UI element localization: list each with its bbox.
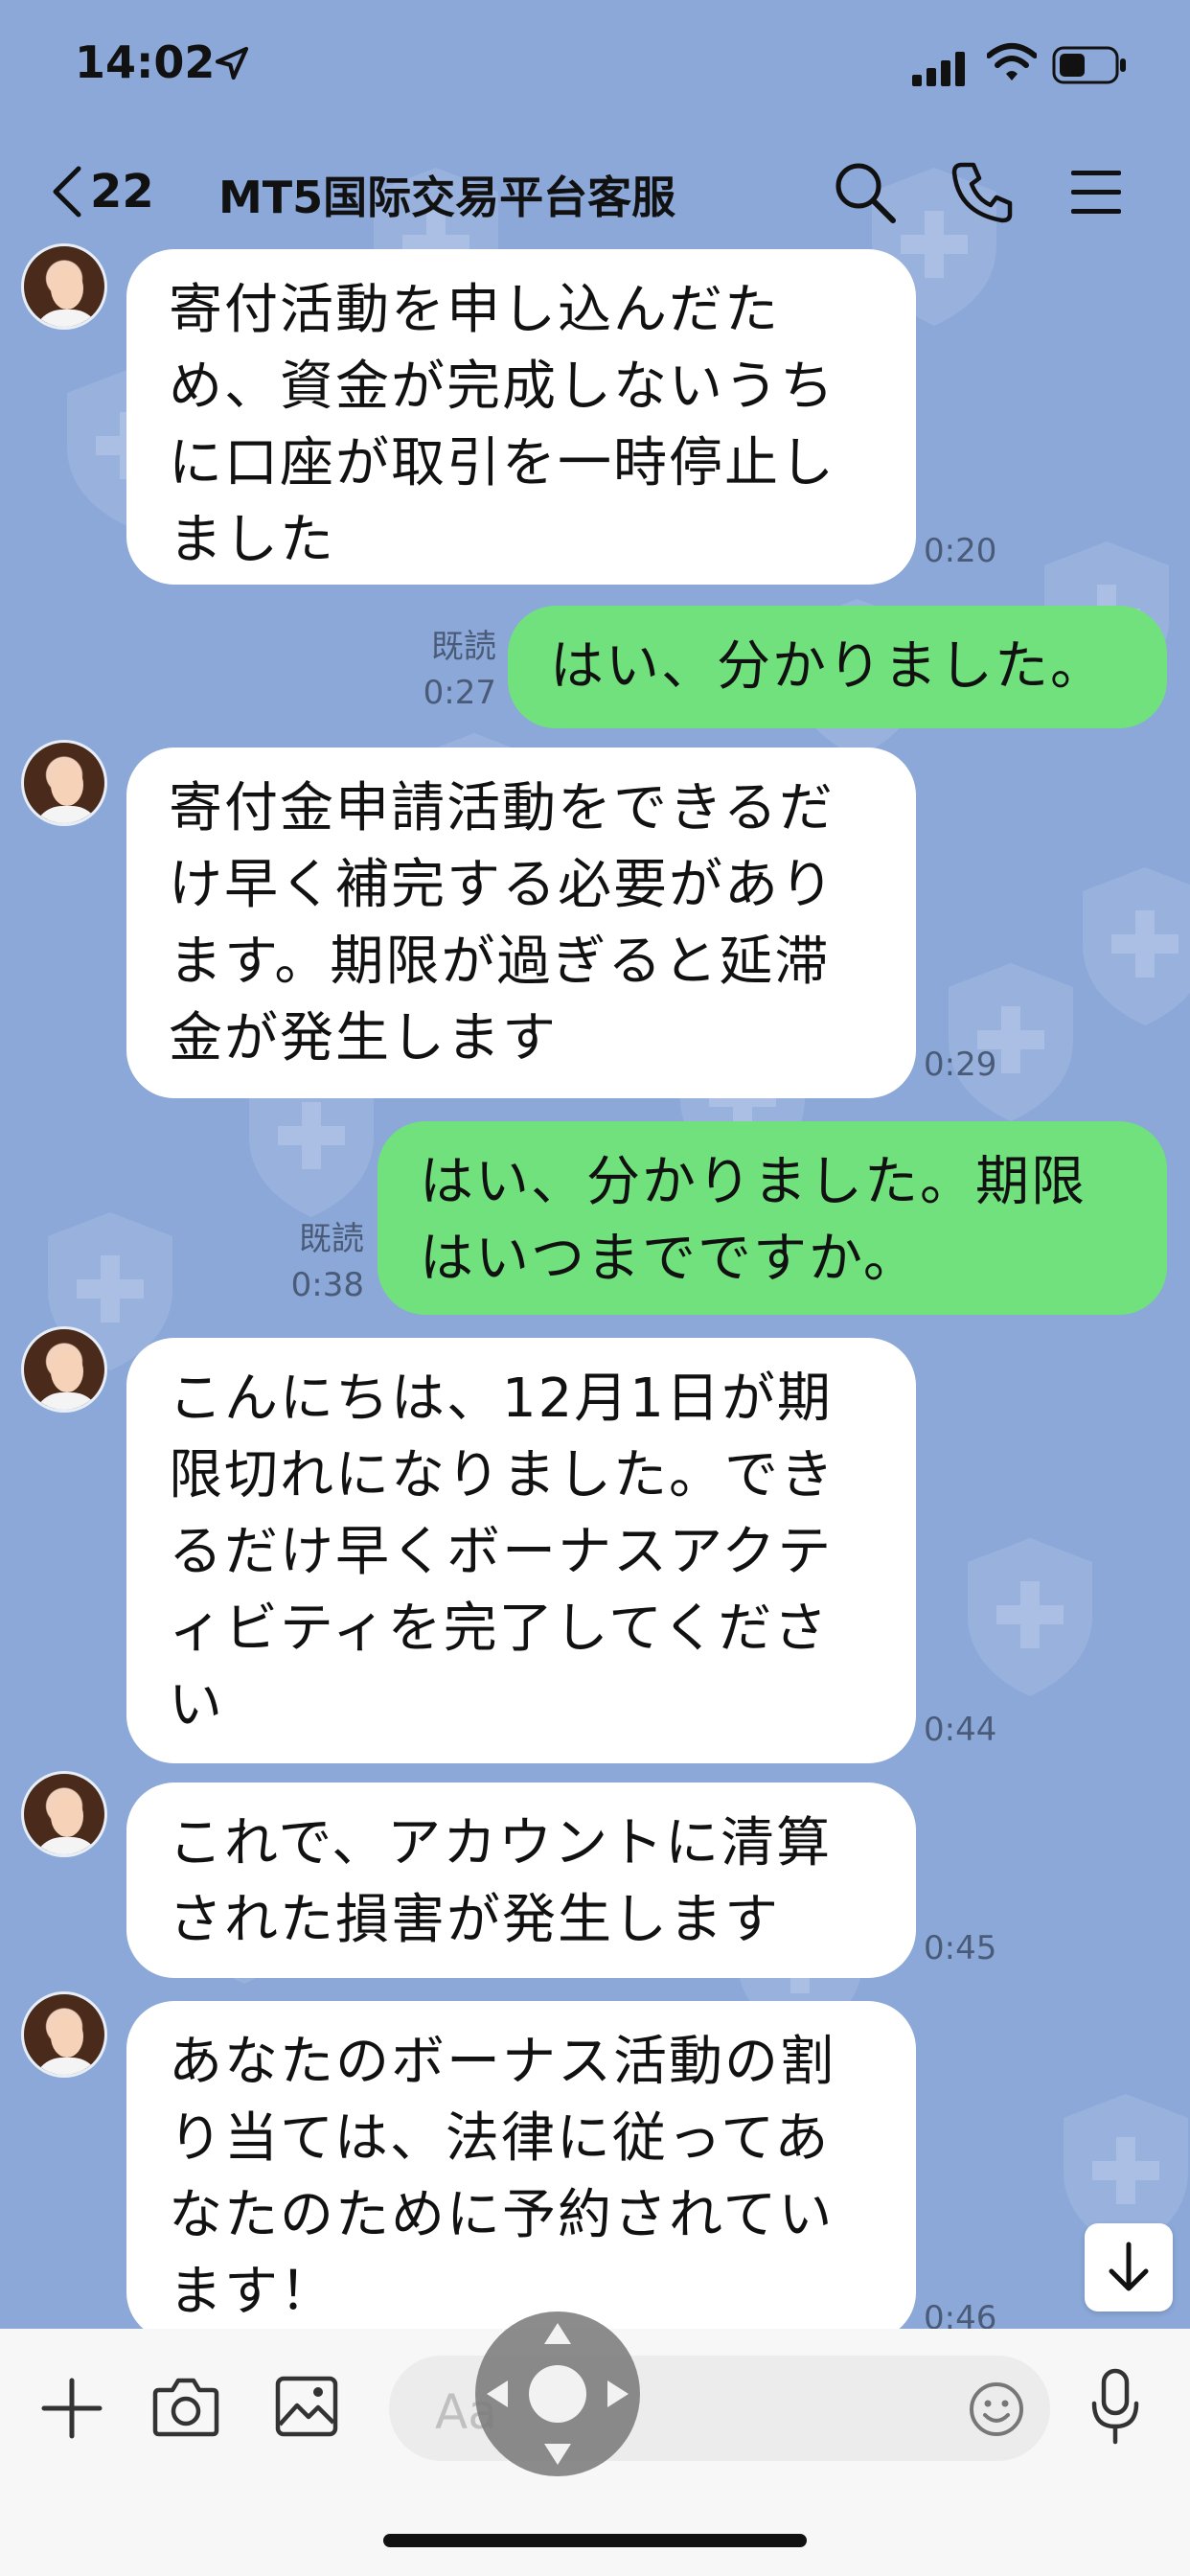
- emoji-icon[interactable]: [968, 2380, 1025, 2438]
- message-bubble-received[interactable]: こんにちは、12月1日が期限切れになりました。できるだけ早くボーナスアクティビテ…: [126, 1338, 916, 1763]
- cellular-signal-icon: [912, 52, 965, 86]
- battery-icon: [1052, 46, 1126, 84]
- arrow-down-icon: [1109, 2242, 1149, 2291]
- menu-icon[interactable]: [1065, 159, 1133, 226]
- status-bar: 14:02: [0, 0, 1190, 134]
- message-time: 0:20: [924, 532, 997, 570]
- chevron-left-icon: [53, 166, 81, 218]
- contact-avatar[interactable]: [21, 243, 107, 330]
- shield-watermark-icon: [1083, 867, 1190, 1025]
- camera-icon[interactable]: [151, 2375, 220, 2438]
- phone-icon[interactable]: [949, 159, 1016, 226]
- directional-pad-icon: [487, 2323, 629, 2465]
- search-icon[interactable]: [832, 159, 899, 226]
- message-bubble-received[interactable]: 寄付金申請活動をできるだけ早く補完する必要があります。期限が過ぎると延滞金が発生…: [126, 748, 916, 1098]
- contact-avatar[interactable]: [21, 740, 107, 826]
- back-button[interactable]: 22: [50, 157, 154, 226]
- message-bubble-received[interactable]: 寄付活動を申し込んだため、資金が完成しないうちに口座が取引を一時停止しました: [126, 249, 916, 585]
- assistive-touch-button[interactable]: [475, 2312, 640, 2476]
- read-receipt: 既読: [299, 1220, 364, 1258]
- status-time: 14:02: [75, 36, 216, 88]
- shield-watermark-icon: [968, 1538, 1092, 1696]
- contact-avatar[interactable]: [21, 1326, 107, 1413]
- message-time: 0:29: [924, 1046, 997, 1084]
- message-bubble-received[interactable]: あなたのボーナス活動の割り当ては、法律に従ってあなたのために予約されています！: [126, 2001, 916, 2340]
- location-arrow-icon: [215, 46, 249, 80]
- contact-avatar[interactable]: [21, 1771, 107, 1857]
- wifi-icon: [987, 43, 1037, 80]
- chat-title: MT5国际交易平台客服: [218, 172, 676, 223]
- message-time: 0:38: [290, 1266, 364, 1304]
- plus-icon[interactable]: [38, 2375, 105, 2442]
- message-time: 0:45: [924, 1929, 997, 1967]
- unread-count: 22: [90, 165, 154, 218]
- home-indicator: [383, 2534, 807, 2547]
- message-time: 0:27: [423, 674, 496, 712]
- message-bubble-sent[interactable]: はい、分かりました。: [508, 606, 1167, 728]
- contact-avatar[interactable]: [21, 1991, 107, 2078]
- message-time: 0:44: [924, 1711, 997, 1749]
- scroll-to-bottom-button[interactable]: [1085, 2223, 1173, 2312]
- message-bubble-received[interactable]: これで、アカウントに清算された損害が発生します: [126, 1782, 916, 1978]
- read-receipt: 既読: [431, 628, 496, 666]
- image-icon[interactable]: [274, 2375, 339, 2438]
- chat-header: 22 MT5国际交易平台客服: [0, 134, 1190, 249]
- message-bubble-sent[interactable]: はい、分かりました。期限はいつまでですか。: [378, 1121, 1167, 1315]
- microphone-icon[interactable]: [1088, 2367, 1142, 2448]
